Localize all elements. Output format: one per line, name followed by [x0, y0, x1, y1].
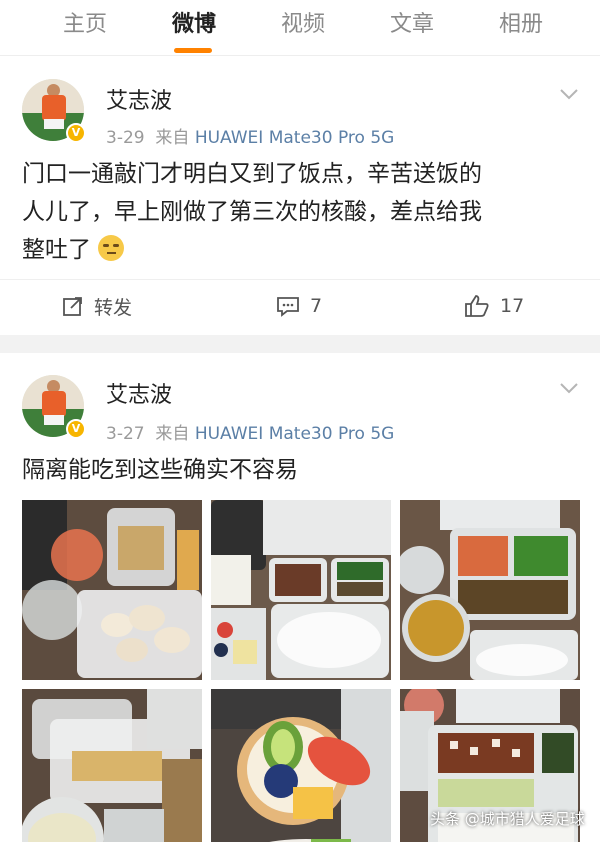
- username[interactable]: 艾志波: [106, 83, 172, 115]
- food-photo-fruit-tart[interactable]: [211, 689, 391, 842]
- food-photo-plastic-containers[interactable]: [22, 689, 202, 842]
- post-date: 3-29: [106, 128, 145, 148]
- thumbs-up-icon: [465, 295, 489, 317]
- tab-home[interactable]: 主页: [40, 8, 130, 42]
- post-actions: 转发 7 17: [0, 279, 600, 331]
- username[interactable]: 艾志波: [106, 377, 172, 409]
- feed-divider: [0, 335, 600, 353]
- tab-album[interactable]: 相册: [476, 8, 566, 42]
- comment-count: 7: [310, 295, 323, 317]
- comment-button[interactable]: 7: [276, 292, 322, 320]
- post-text: 隔离能吃到这些确实不容易: [22, 457, 298, 483]
- post-text-line: 整吐了: [22, 231, 582, 269]
- repost-button[interactable]: 转发: [62, 292, 132, 320]
- post-card: V 艾志波 3-29 来自 HUAWEI Mate30 Pro 5G 门口一通敲…: [0, 57, 600, 335]
- tab-weibo[interactable]: 微博: [149, 8, 239, 42]
- food-photo-soup-bento[interactable]: [400, 500, 580, 680]
- verified-badge-icon: V: [66, 419, 86, 439]
- tab-articles[interactable]: 文章: [367, 8, 457, 42]
- repost-icon: [63, 297, 82, 316]
- speechless-emoji-icon: [98, 235, 125, 261]
- post-source[interactable]: HUAWEI Mate30 Pro 5G: [195, 128, 395, 148]
- verified-badge-icon: V: [66, 123, 86, 143]
- food-photo-rice-vegetables[interactable]: [211, 500, 391, 680]
- like-button[interactable]: 17: [464, 292, 524, 320]
- comment-icon: [277, 297, 299, 317]
- watermark: 头条 @城市猎人爱足球: [430, 810, 585, 828]
- post-meta: 3-29 来自 HUAWEI Mate30 Pro 5G: [106, 123, 394, 148]
- chevron-down-icon[interactable]: [558, 377, 580, 399]
- active-tab-indicator: [174, 48, 212, 53]
- post-meta: 3-27 来自 HUAWEI Mate30 Pro 5G: [106, 419, 394, 444]
- from-label: 来自: [155, 424, 190, 444]
- food-photo-dumplings[interactable]: [22, 500, 202, 680]
- repost-label: 转发: [94, 296, 133, 319]
- like-count: 17: [500, 295, 525, 317]
- post-date: 3-27: [106, 424, 145, 444]
- profile-tabs: 主页 微博 视频 文章 相册: [0, 0, 600, 56]
- post-source[interactable]: HUAWEI Mate30 Pro 5G: [195, 424, 395, 444]
- tab-video[interactable]: 视频: [258, 8, 348, 42]
- from-label: 来自: [155, 128, 190, 148]
- post-text-line: 门口一通敲门才明白又到了饭点，辛苦送饭的: [22, 161, 482, 187]
- post-text: 门口一通敲门才明白又到了饭点，辛苦送饭的 人儿了，早上刚做了第三次的核酸，差点给…: [22, 155, 582, 269]
- post-text-line: 人儿了，早上刚做了第三次的核酸，差点给我: [22, 199, 482, 225]
- chevron-down-icon[interactable]: [558, 83, 580, 105]
